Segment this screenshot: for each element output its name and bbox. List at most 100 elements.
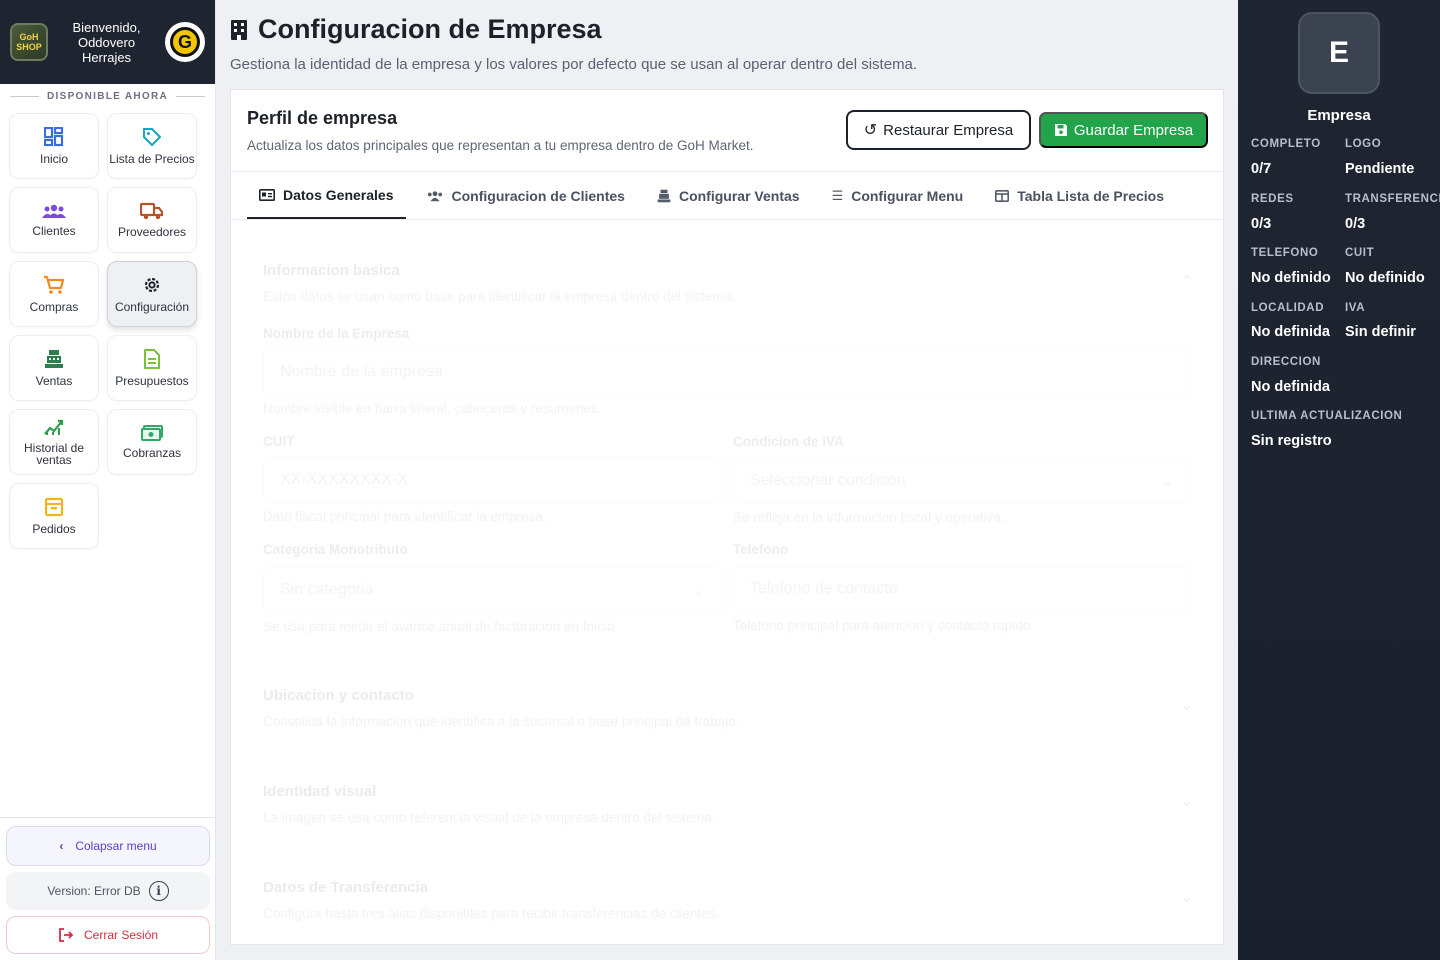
- sidebar-item-label: Ventas: [35, 374, 73, 388]
- tab-configurar-ventas[interactable]: Configurar Ventas: [645, 172, 812, 219]
- brand-logo-text: GoH SHOP: [16, 32, 42, 52]
- sidebar-item-presupuestos[interactable]: Presupuestos: [107, 335, 197, 401]
- iva-select[interactable]: Seleccionar condicion ⌄: [733, 458, 1191, 504]
- main-content: Configuracion de Empresa Gestiona la ide…: [216, 0, 1238, 960]
- sidebar-item-label: Lista de Precios: [109, 152, 195, 166]
- version-info: Version: Error DB i: [6, 872, 210, 910]
- section-label: DISPONIBLE AHORA: [47, 90, 168, 102]
- undo-icon: ↺: [863, 122, 878, 139]
- iva-help: Se refleja en la informacion fiscal y op…: [733, 510, 1005, 525]
- section-basic-info[interactable]: Informacion basica Estos datos se usan c…: [263, 262, 1193, 304]
- chevron-up-icon[interactable]: ⌃: [1181, 272, 1193, 289]
- stat-label-cuit: CUIT: [1345, 247, 1375, 259]
- logout-button[interactable]: Cerrar Sesión: [6, 916, 210, 954]
- sidebar-item-label: Inicio: [39, 152, 68, 166]
- section-description: Consolida la informacion que identifica …: [263, 714, 740, 729]
- welcome-text: Bienvenido, Oddovero Herrajes: [72, 19, 141, 65]
- chevron-down-icon: ⌄: [692, 582, 706, 599]
- sidebar-item-inicio[interactable]: Inicio: [9, 113, 99, 179]
- sidebar-item-ventas[interactable]: Ventas: [9, 335, 99, 401]
- save-label: Guardar Empresa: [1073, 121, 1194, 139]
- logout-icon: [59, 928, 74, 942]
- stat-value-ultima-actualizacion: Sin registro: [1251, 433, 1332, 449]
- chevron-down-icon[interactable]: ⌄: [1181, 697, 1193, 714]
- cuit-label: CUIT: [263, 434, 295, 449]
- brand-logo[interactable]: GoH SHOP: [10, 23, 48, 61]
- section-description: Configura hasta tres alias disponibles p…: [263, 906, 720, 921]
- monotributo-select[interactable]: Sin categoria ⌄: [263, 567, 723, 613]
- stat-value-telefono: No definido: [1251, 270, 1331, 286]
- tag-icon: [143, 128, 161, 146]
- gear-icon: [144, 277, 160, 293]
- chart-line-icon: [44, 419, 64, 435]
- section-visual-identity[interactable]: Identidad visual La imagen se usa como r…: [263, 783, 1193, 825]
- tab-configurar-menu[interactable]: ☰ Configurar Menu: [820, 172, 976, 219]
- chevron-down-icon[interactable]: ⌄: [1181, 889, 1193, 906]
- stat-label-iva: IVA: [1345, 302, 1366, 314]
- dashboard-icon: [44, 127, 64, 147]
- collapse-menu-button[interactable]: ‹ Colapsar menu: [6, 826, 210, 866]
- tab-label: Configuracion de Clientes: [451, 187, 625, 204]
- menu-icon: ☰: [831, 187, 844, 203]
- id-card-icon: [259, 188, 275, 201]
- sidebar-item-label: Pedidos: [32, 522, 76, 536]
- section-description: Estos datos se usan como base para ident…: [263, 289, 735, 304]
- company-name-placeholder: Nombre de la empresa: [280, 363, 443, 380]
- card-description: Actualiza los datos principales que repr…: [247, 138, 754, 153]
- card-header: Perfil de empresa Actualiza los datos pr…: [231, 90, 1223, 172]
- summary-title: Empresa: [1307, 107, 1371, 124]
- chevron-left-icon: ‹: [59, 839, 64, 853]
- sidebar-item-pedidos[interactable]: Pedidos: [9, 483, 99, 549]
- cart-icon: [44, 275, 65, 294]
- sidebar-item-label: Configuración: [114, 300, 190, 314]
- tab-datos-generales[interactable]: Datos Generales: [247, 172, 406, 219]
- sidebar-item-compras[interactable]: Compras: [9, 261, 99, 327]
- monotributo-label: Categoria Monotributo: [263, 542, 408, 557]
- company-name-help: Nombre visible en barra lateral, cabecer…: [263, 401, 602, 416]
- section-title: Identidad visual: [263, 783, 377, 800]
- stat-value-transferencias: 0/3: [1345, 216, 1366, 232]
- chevron-down-icon[interactable]: ⌄: [1181, 793, 1193, 810]
- save-company-button[interactable]: Guardar Empresa: [1039, 112, 1208, 148]
- cuit-help: Dato fiscal principal para identificar l…: [263, 509, 547, 524]
- settings-tabs: Datos Generales Configuracion de Cliente…: [231, 172, 1223, 220]
- phone-placeholder: Telefono de contacto: [750, 580, 898, 597]
- version-label: Version: Error DB: [47, 884, 141, 898]
- stat-value-localidad: No definida: [1251, 324, 1330, 340]
- section-transfer[interactable]: Datos de Transferencia Configura hasta t…: [263, 879, 1193, 921]
- restore-company-button[interactable]: ↺ Restaurar Empresa: [846, 110, 1031, 150]
- stat-label-redes: REDES: [1251, 193, 1294, 205]
- users-icon: [427, 190, 442, 201]
- section-location[interactable]: Ubicacion y contacto Consolida la inform…: [263, 687, 1193, 729]
- sidebar-item-label: Presupuestos: [115, 374, 189, 388]
- tab-tabla-lista-precios[interactable]: Tabla Lista de Precios: [983, 172, 1176, 219]
- section-description: La imagen se usa como referencia visual …: [263, 810, 716, 825]
- logout-label: Cerrar Sesión: [83, 928, 159, 942]
- sidebar-item-historial-ventas[interactable]: Historial de ventas: [9, 409, 99, 475]
- stat-value-iva: Sin definir: [1345, 324, 1416, 340]
- company-logo-letter: G: [170, 27, 200, 57]
- stat-label-direccion: DIRECCION: [1251, 356, 1321, 368]
- divider-line: [10, 95, 39, 97]
- phone-input[interactable]: Telefono de contacto: [733, 566, 1191, 612]
- stat-value-cuit: No definido: [1345, 270, 1425, 286]
- sidebar-item-proveedores[interactable]: Proveedores: [107, 187, 197, 253]
- floppy-icon: [1054, 124, 1067, 136]
- document-icon: [144, 349, 160, 369]
- cuit-input[interactable]: XX-XXXXXXXX-X: [263, 457, 723, 503]
- restore-label: Restaurar Empresa: [883, 121, 1014, 139]
- sidebar-item-lista-precios[interactable]: Lista de Precios: [107, 113, 197, 179]
- monotributo-selected-value: Sin categoria: [280, 581, 374, 598]
- company-logo[interactable]: G: [165, 22, 205, 62]
- info-icon[interactable]: i: [148, 881, 169, 901]
- sidebar-item-cobranzas[interactable]: Cobranzas: [107, 409, 197, 475]
- stat-value-redes: 0/3: [1251, 216, 1272, 232]
- sidebar-item-label: Proveedores: [117, 225, 187, 239]
- company-name-input[interactable]: Nombre de la empresa: [263, 349, 1191, 395]
- sidebar-item-configuracion[interactable]: Configuración: [107, 261, 197, 327]
- sidebar-header: GoH SHOP Bienvenido, Oddovero Herrajes G: [0, 0, 215, 84]
- sidebar-item-clientes[interactable]: Clientes: [9, 187, 99, 253]
- cash-register-icon: [45, 350, 63, 368]
- page-title-text: Configuracion de Empresa: [258, 14, 602, 44]
- tab-configuracion-clientes[interactable]: Configuracion de Clientes: [414, 172, 637, 219]
